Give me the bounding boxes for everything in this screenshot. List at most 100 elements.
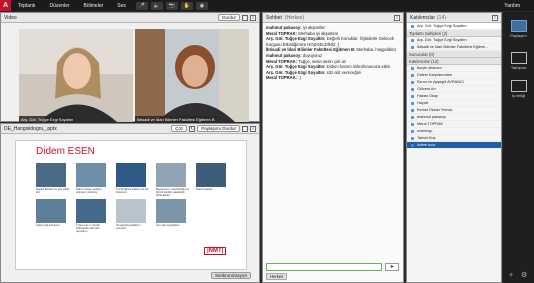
stop-sharing-button[interactable]: Paylaşımı Durdur (197, 125, 240, 132)
layout-discussion[interactable]: Tartışma (505, 52, 532, 70)
fullscreen-icon[interactable]: ⛶ (242, 14, 248, 21)
sync-button[interactable]: Senkronizasyon (210, 272, 251, 279)
chat-sender: Meral TOPRAK: (266, 58, 298, 64)
chat-tab-everyone[interactable]: Herkes (266, 273, 288, 280)
help-menu[interactable]: Yardım (504, 3, 534, 9)
attendee-row[interactable]: Meral TOPRAK (407, 121, 501, 128)
slide-caption: 7 Sayısı ile 2. şimdik kadeşlerde dört k… (76, 224, 100, 233)
refresh-icon[interactable]: ↻ (189, 125, 196, 132)
slide-image (36, 199, 66, 223)
attendee-row[interactable]: mahmut pakasoy (407, 114, 501, 121)
layout-collaboration[interactable]: İş birliği (505, 80, 532, 98)
person-video-image (19, 29, 133, 122)
status-icon[interactable]: ◉ (195, 1, 208, 10)
stop-video-button[interactable]: Durdur (218, 14, 240, 21)
chat-input[interactable] (266, 263, 382, 271)
options-icon[interactable]: ≡ (492, 14, 498, 21)
attendee-name: Kemal Özkan Yılmaz (417, 108, 453, 112)
layout-sharing[interactable]: Paylaşım (505, 20, 532, 38)
user-icon (411, 115, 414, 119)
share-pod-title: DE_Hangisidogru_.pptx (4, 125, 57, 132)
attendee-name: Didem Karpıderoden (417, 73, 453, 77)
chat-pod-header: Sohbet (Herkes) ≡ (263, 13, 403, 23)
menu-bar: A Toplantı Düzenler Bölmeler Ses 🎤 🔈 📷 ✋… (0, 0, 534, 11)
hosts-section-header[interactable]: Toplantı Sahipleri (2) (407, 30, 501, 37)
chat-sender: Meral TOPRAK: (266, 75, 298, 81)
attendee-row[interactable]: özlem ucur (407, 142, 501, 149)
microphone-icon[interactable]: 🎤 (135, 1, 148, 10)
attendee-row[interactable]: Hayrat (407, 100, 501, 107)
layout-label: Paylaşım (510, 33, 527, 38)
speaker-icon[interactable]: 🔈 (150, 1, 163, 10)
menu-meeting[interactable]: Toplantı (11, 3, 43, 9)
attendee-row[interactable]: Esron ve Ayşegül AYRANCI (407, 79, 501, 86)
menu-audio[interactable]: Ses (110, 3, 133, 9)
raise-hand-icon[interactable]: ✋ (180, 1, 193, 10)
slide-caption: Boyayımyım, okul küçüğü ve bizimli şekil… (156, 188, 190, 197)
chat-text: duyuyoruz (302, 52, 323, 58)
user-icon (411, 87, 414, 91)
close-document-button[interactable]: Çöz (171, 125, 188, 132)
chat-pod-title: Sohbet (266, 14, 282, 21)
options-icon[interactable]: ≡ (394, 14, 400, 21)
attendee-name: burçin abacıvn (417, 66, 442, 70)
video-name-label: Arş. Gör. Tuğçe Ezgi Soyaltın (19, 116, 76, 122)
attendee-row[interactable]: İktisadi ve İdari Bilimler Fakültesi Eği… (407, 44, 501, 51)
camera-icon[interactable]: 📷 (165, 1, 178, 10)
attendee-row[interactable]: Kemal Özkan Yılmaz (407, 107, 501, 114)
user-icon (411, 143, 414, 147)
options-icon[interactable]: ≡ (250, 14, 256, 21)
user-icon (411, 66, 414, 70)
add-layout-icon[interactable]: + (509, 272, 513, 279)
chat-messages: mahmut pakasoy: iyi akşamlar Meral TOPRA… (266, 25, 402, 81)
attendees-pod: Katılımcılar (14) ≡ Arş. Gör. Tuğçe Ezgi… (406, 12, 502, 283)
send-message-button[interactable]: ➤ (385, 263, 399, 271)
current-user-name: Arş. Gör. Tuğçe Ezgi Soyaltın (417, 24, 467, 28)
person-video-image (135, 29, 249, 122)
chat-text: :) (298, 75, 301, 81)
chat-text: Didem hanım mikrofonunuza etkin (326, 64, 391, 70)
attendee-row[interactable]: Didem Karpıderoden (407, 72, 501, 79)
chat-sender: İktisadi ve İdari Bilimler Fakültesi Eği… (266, 47, 356, 53)
options-icon[interactable]: ≡ (250, 125, 256, 132)
attendee-name: İktisadi ve İdari Bilimler Fakültesi Eği… (417, 45, 489, 49)
attendee-row[interactable]: Hakan Okay (407, 93, 501, 100)
presenters-section-label: Sunucular (0) (409, 51, 435, 57)
chat-sender: mahmut pakasoy: (266, 25, 302, 30)
manage-layouts-icon[interactable]: ⚙ (521, 271, 527, 279)
attendee-name: mahmut pakasoy (417, 115, 446, 119)
chat-pod: Sohbet (Herkes) ≡ mahmut pakasoy: iyi ak… (262, 12, 404, 283)
menu-layouts[interactable]: Düzenler (43, 3, 77, 9)
chat-text: Merhaba, hoşgeldiniz (356, 47, 397, 53)
layout-sidebar: Paylaşım Tartışma İş birliği + ⚙ (503, 12, 534, 283)
slide-caption: Tadımı soyacı yediyen pirinçten yürünmiş (76, 188, 102, 194)
slide-image (116, 199, 146, 223)
attendees-pod-header: Katılımcılar (14) ≡ (407, 13, 501, 23)
attendee-name: Esron ve Ayşegül AYRANCI (417, 80, 464, 84)
attendee-row[interactable]: Gülcem Arı (407, 86, 501, 93)
slide-caption: % 100 ğğmiş kadının sık sık ölüyorum (116, 188, 149, 194)
hosts-section-label: Toplantı Sahipleri (2) (409, 30, 448, 36)
attendee-row[interactable]: Arş. Gör. Tuğçe Ezgi Soyaltın (407, 37, 501, 44)
attendee-row[interactable]: burçin abacıvn (407, 65, 501, 72)
chat-text: Tuğçe, sesin sesin çok az (298, 58, 346, 64)
attendee-row[interactable]: Tahsin Kuş (407, 135, 501, 142)
attendee-name: ozmenyp (417, 129, 433, 133)
attendee-name: özlem ucur (417, 143, 436, 147)
chat-sender: Meral TOPRAK: (266, 30, 298, 36)
participants-section-header[interactable]: Katılımcılar (12) (407, 58, 501, 65)
presenters-section-header[interactable]: Sunucular (0) (407, 51, 501, 58)
fullscreen-icon[interactable]: ⛶ (242, 125, 248, 132)
chat-sender: Arş. Gör. Tuğçe Ezgi Soyaltın: (266, 64, 326, 70)
attendee-name: Meral TOPRAK (417, 122, 444, 126)
user-icon (411, 101, 414, 105)
attendee-count: (14) (437, 14, 446, 21)
attendee-row[interactable]: ozmenyp (407, 128, 501, 135)
attendee-name: Hakan Okay (417, 94, 438, 98)
slide-caption: Çökçü çok zamanım (36, 224, 60, 227)
menu-pods[interactable]: Bölmeler (77, 3, 111, 9)
collaboration-layout-icon (510, 80, 527, 92)
current-user-row[interactable]: Arş. Gör. Tuğçe Ezgi Soyaltın (407, 23, 501, 30)
attendee-name: Arş. Gör. Tuğçe Ezgi Soyaltın (417, 38, 467, 42)
participants-list: burçin abacıvn Didem Karpıderoden Esron ve… (407, 65, 501, 149)
